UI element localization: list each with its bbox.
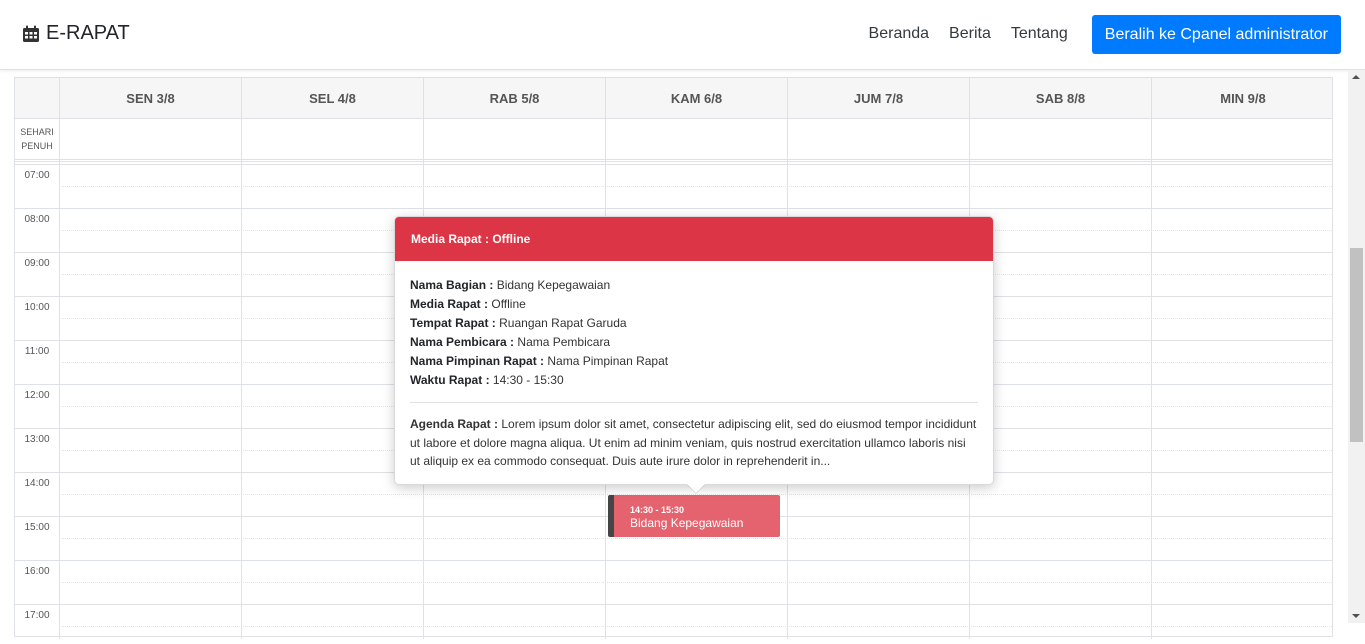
time-label: 17:00	[24, 610, 50, 621]
detail-row: Waktu Rapat : 14:30 - 15:30	[410, 371, 978, 390]
time-label: 13:00	[24, 434, 50, 445]
detail-row: Nama Bagian : Bidang Kepegawaian	[410, 276, 978, 295]
detail-value: 14:30 - 15:30	[492, 373, 564, 387]
page-scrollbar[interactable]	[1348, 70, 1365, 623]
detail-value: Nama Pembicara	[517, 335, 611, 349]
time-label: 10:00	[24, 302, 50, 313]
day-header-sun[interactable]: MIN 9/8	[1151, 78, 1334, 119]
detail-label: Nama Bagian :	[410, 278, 494, 292]
time-label: 15:00	[24, 522, 50, 533]
time-label: 11:00	[24, 346, 50, 357]
detail-value: Offline	[491, 297, 526, 311]
event-popover: Media Rapat : Offline Nama Bagian : Bida…	[394, 216, 994, 493]
time-label: 08:00	[24, 214, 50, 225]
detail-value: Bidang Kepegawaian	[496, 278, 611, 292]
scroll-up-icon[interactable]	[1352, 75, 1360, 79]
day-header-tue[interactable]: SEL 4/8	[241, 78, 423, 119]
agenda: Agenda Rapat : Lorem ipsum dolor sit ame…	[410, 415, 978, 471]
time-label: 07:00	[24, 170, 50, 181]
brand[interactable]: E-RAPAT	[22, 22, 130, 45]
detail-label: Nama Pembicara :	[410, 335, 515, 349]
time-label: 12:00	[24, 390, 50, 401]
time-label: 14:00	[24, 478, 50, 489]
agenda-label: Agenda Rapat :	[410, 417, 499, 431]
nav-link-berita[interactable]: Berita	[939, 14, 1001, 54]
detail-label: Media Rapat :	[410, 297, 489, 311]
calendar-event[interactable]: 14:30 - 15:30 Bidang Kepegawaian	[608, 495, 780, 537]
scroll-thumb[interactable]	[1350, 248, 1363, 442]
event-title: Bidang Kepegawaian	[630, 516, 744, 530]
popover-arrow	[687, 484, 705, 493]
popover-body: Nama Bagian : Bidang Kepegawaian Media R…	[395, 261, 993, 471]
nav-link-tentang[interactable]: Tentang	[1001, 14, 1078, 54]
day-header-fri[interactable]: JUM 7/8	[787, 78, 969, 119]
nav-links: Beranda Berita Tentang Beralih ke Cpanel…	[859, 14, 1341, 54]
admin-cpanel-button[interactable]: Beralih ke Cpanel administrator	[1091, 14, 1341, 54]
detail-row: Media Rapat : Offline	[410, 295, 978, 314]
scroll-down-icon[interactable]	[1352, 614, 1360, 618]
detail-value: Ruangan Rapat Garuda	[499, 316, 627, 330]
detail-row: Tempat Rapat : Ruangan Rapat Garuda	[410, 314, 978, 333]
time-label: 09:00	[24, 258, 50, 269]
detail-label: Waktu Rapat :	[410, 373, 490, 387]
nav-link-beranda[interactable]: Beranda	[859, 14, 940, 54]
brand-name: E-RAPAT	[46, 22, 130, 44]
detail-value: Nama Pimpinan Rapat	[547, 354, 669, 368]
divider	[410, 402, 978, 403]
allday-row[interactable]: SEHARI PENUH	[15, 119, 1332, 162]
day-header-sat[interactable]: SAB 8/8	[969, 78, 1151, 119]
time-label: 16:00	[24, 566, 50, 577]
calendar-icon	[22, 25, 40, 43]
navbar: E-RAPAT Beranda Berita Tentang Beralih k…	[0, 0, 1365, 70]
detail-row: Nama Pimpinan Rapat : Nama Pimpinan Rapa…	[410, 352, 978, 371]
day-header-thu[interactable]: KAM 6/8	[605, 78, 787, 119]
day-header-wed[interactable]: RAB 5/8	[423, 78, 605, 119]
detail-label: Nama Pimpinan Rapat :	[410, 354, 545, 368]
allday-label: SEHARI PENUH	[20, 127, 54, 151]
event-time: 14:30 - 15:30	[630, 505, 685, 515]
calendar-header: SEN 3/8 SEL 4/8 RAB 5/8 KAM 6/8 JUM 7/8 …	[15, 78, 1332, 119]
detail-label: Tempat Rapat :	[410, 316, 496, 330]
day-header-mon[interactable]: SEN 3/8	[59, 78, 241, 119]
detail-row: Nama Pembicara : Nama Pembicara	[410, 333, 978, 352]
popover-title: Media Rapat : Offline	[395, 217, 993, 261]
